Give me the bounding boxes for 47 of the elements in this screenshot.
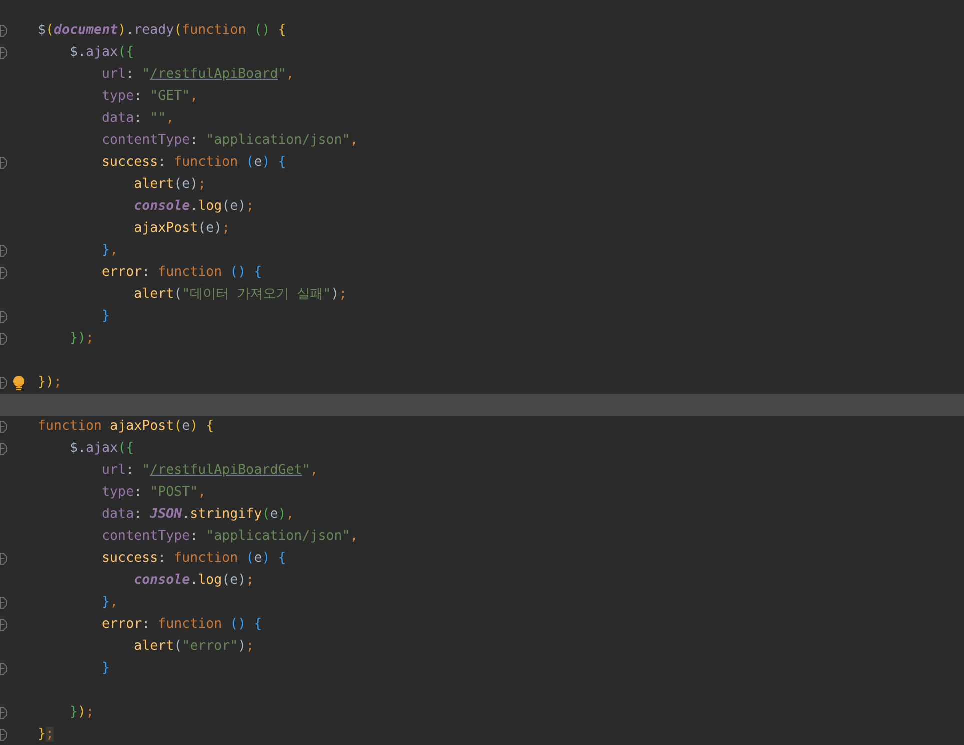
fold-marker-icon[interactable] [0,619,7,631]
code-line: url: "/restfulApiBoardGet", [102,462,318,480]
code-line: type: "GET", [102,88,198,106]
lightbulb-icon[interactable] [13,376,25,391]
code-line: success: function (e) { [102,154,286,172]
code-line: ajaxPost(e); [134,220,230,238]
code-line: }; [38,726,54,744]
fold-marker-icon[interactable] [0,553,7,565]
code-line: console.log(e); [134,198,254,216]
code-line: }); [70,330,94,348]
code-line: function ajaxPost(e) { [38,418,214,436]
fold-marker-icon[interactable] [0,377,7,389]
code-line: url: "/restfulApiBoard", [102,66,294,84]
fold-marker-icon[interactable] [0,707,7,719]
code-line: contentType: "application/json", [102,132,358,150]
code-line: }, [102,242,118,260]
code-line: data: JSON.stringify(e), [102,506,294,524]
code-line: error: function () { [102,616,262,634]
code-line: } [102,308,110,326]
code-line: }); [70,704,94,722]
code-line: }); [38,374,62,392]
fold-marker-icon[interactable] [0,421,7,433]
code-line: $(document).ready(function () { [38,22,286,40]
code-line: alert(e); [134,176,206,194]
fold-marker-icon[interactable] [0,25,7,37]
code-line: $.ajax({ [70,44,134,62]
code-line: alert("데이터 가져오기 실패"); [134,286,348,304]
code-line: console.log(e); [134,572,254,590]
fold-marker-icon[interactable] [0,663,7,675]
code-line: $.ajax({ [70,440,134,458]
fold-marker-icon[interactable] [0,443,7,455]
code-line: data: "", [102,110,174,128]
code-line: }, [102,594,118,612]
code-line: type: "POST", [102,484,206,502]
fold-marker-icon[interactable] [0,333,7,345]
code-line: } [102,660,110,678]
code-line: contentType: "application/json", [102,528,358,546]
code-line: alert("error"); [134,638,254,656]
fold-marker-icon[interactable] [0,47,7,59]
code-line: success: function (e) { [102,550,286,568]
fold-marker-icon[interactable] [0,311,7,323]
fold-marker-icon[interactable] [0,729,7,741]
code-line: error: function () { [102,264,262,282]
fold-marker-icon[interactable] [0,597,7,609]
fold-marker-icon[interactable] [0,157,7,169]
fold-marker-icon[interactable] [0,267,7,279]
fold-marker-icon[interactable] [0,245,7,257]
